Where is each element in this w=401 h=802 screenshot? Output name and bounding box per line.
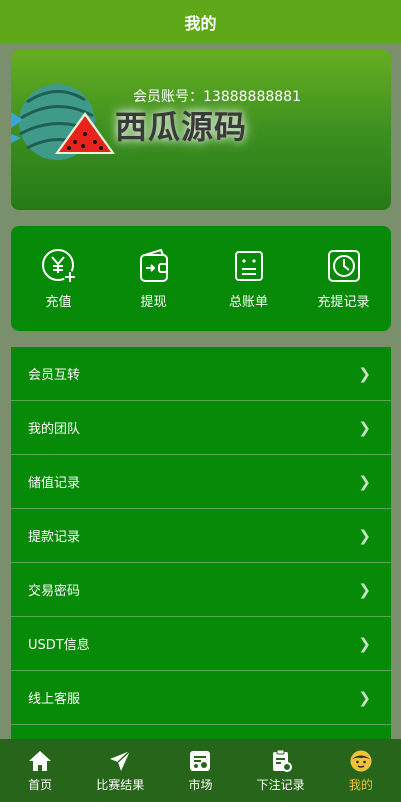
withdraw-label: 提现 (140, 295, 167, 310)
clock-icon (327, 250, 360, 282)
recharge-label: 充值 (45, 295, 72, 310)
market-icon (190, 750, 211, 771)
menu-item-usdt-info[interactable]: USDT信息 ❯ (11, 617, 391, 671)
menu-item-label: 提款记录 (28, 530, 81, 545)
profile-banner: 会员账号：13888888881 西瓜源码 (11, 50, 391, 210)
bottom-tab-bar: 首页 比赛结果 市场 下注记录 我的 (0, 739, 401, 802)
recharge-button[interactable]: 充值 (19, 247, 99, 310)
account-menu-list: 会员互转 ❯ 我的团队 ❯ 储值记录 ❯ 提款记录 ❯ 交易密码 ❯ USDT信… (11, 347, 391, 739)
menu-item-deposit-records[interactable]: 储值记录 ❯ (11, 455, 391, 509)
tab-label: 比赛结果 (96, 777, 145, 792)
tab-label: 市场 (188, 777, 213, 792)
face-icon (350, 750, 372, 771)
menu-item-label: 交易密码 (28, 584, 81, 599)
chevron-right-icon: ❯ (358, 580, 371, 599)
quick-actions-panel: 充值 提现 总账单 充提记录 (11, 226, 391, 331)
brand-watermark: 西瓜源码 (115, 108, 248, 146)
watermelon-logo-icon (11, 84, 115, 160)
tab-match-results[interactable]: 比赛结果 (80, 749, 160, 793)
menu-item-label: 储值记录 (28, 476, 81, 491)
top-bar: 我的 (0, 0, 401, 44)
home-icon (29, 750, 52, 771)
total-bill-button[interactable]: 总账单 (209, 247, 289, 310)
tab-label: 我的 (348, 777, 373, 792)
chevron-right-icon: ❯ (358, 364, 371, 383)
menu-item-label: 我的团队 (28, 422, 81, 437)
send-icon (110, 749, 131, 771)
chevron-right-icon: ❯ (358, 418, 371, 437)
tab-market[interactable]: 市场 (160, 749, 240, 793)
menu-item-label: USDT信息 (28, 638, 90, 653)
menu-item-member-transfer[interactable]: 会员互转 ❯ (11, 347, 391, 401)
menu-item-label: 会员互转 (28, 368, 81, 383)
deposit-withdraw-records-button[interactable]: 充提记录 (304, 247, 384, 310)
tab-mine[interactable]: 我的 (321, 749, 401, 793)
chevron-right-icon: ❯ (358, 688, 371, 707)
menu-item-trade-password[interactable]: 交易密码 ❯ (11, 563, 391, 617)
page-title: 我的 (184, 14, 217, 33)
tab-label: 首页 (28, 777, 53, 792)
chevron-right-icon: ❯ (358, 472, 371, 491)
tab-home[interactable]: 首页 (0, 749, 80, 793)
withdraw-button[interactable]: 提现 (114, 247, 194, 310)
menu-item-my-team[interactable]: 我的团队 ❯ (11, 401, 391, 455)
menu-item-label: 线上客服 (28, 692, 81, 707)
clipboard-icon (272, 749, 292, 772)
recharge-icon (41, 249, 76, 283)
wallet-icon (139, 248, 168, 282)
menu-item-withdrawal-records[interactable]: 提款记录 ❯ (11, 509, 391, 563)
chevron-right-icon: ❯ (358, 526, 371, 545)
menu-item-online-service[interactable]: 线上客服 ❯ (11, 671, 391, 725)
chevron-right-icon: ❯ (358, 634, 371, 653)
bill-icon (234, 251, 263, 281)
total-bill-label: 总账单 (228, 295, 268, 310)
tab-label: 下注记录 (256, 777, 305, 792)
deposit-withdraw-records-label: 充提记录 (317, 295, 370, 310)
tab-bet-records[interactable]: 下注记录 (241, 749, 321, 793)
